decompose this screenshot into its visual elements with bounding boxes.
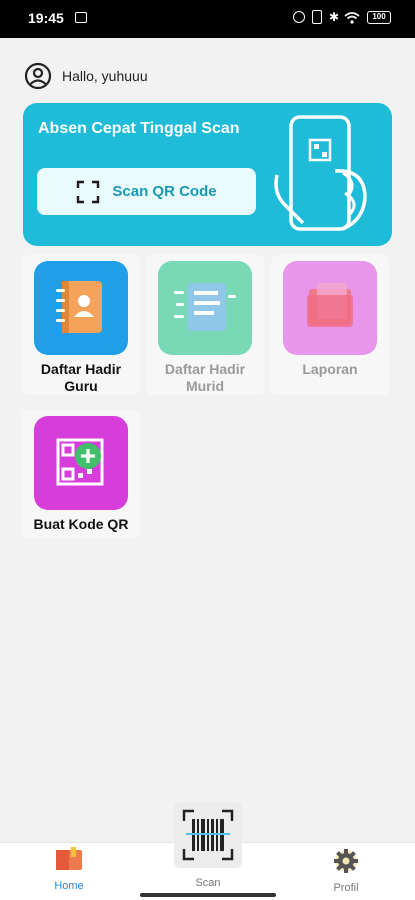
menu-label-line1: Laporan — [302, 361, 358, 377]
gear-icon — [334, 849, 358, 873]
scan-frame-icon — [77, 180, 100, 203]
greeting: Hallo, yuhuuu — [24, 62, 148, 90]
nav-home-label: Home — [54, 880, 84, 892]
menu-tile — [34, 261, 128, 355]
nav-home[interactable]: Home — [34, 847, 104, 892]
home-indicator — [140, 893, 276, 897]
menu-label-line2: Murid — [185, 378, 225, 394]
status-time: 19:45 — [28, 10, 64, 26]
battery-icon: 100 — [367, 10, 391, 24]
menu-buat-kode-qr[interactable]: Buat Kode QR — [22, 410, 140, 538]
greeting-text: Hallo, yuhuuu — [62, 68, 148, 84]
menu-daftar-hadir-murid[interactable]: Daftar Hadir Murid — [146, 255, 264, 395]
report-folder-icon — [307, 283, 353, 327]
barcode-icon — [182, 809, 234, 861]
document-list-icon — [174, 283, 236, 331]
menu-label-line1: Buat Kode QR — [33, 516, 129, 532]
notification-icon — [75, 12, 87, 23]
scan-qr-button-label: Scan QR Code — [112, 183, 217, 200]
qr-add-icon — [56, 438, 104, 486]
menu-label-line1: Daftar Hadir — [164, 361, 246, 377]
menu-label-line2: Guru — [64, 378, 98, 394]
nav-profil[interactable]: Profil — [311, 847, 381, 894]
wifi-icon — [344, 11, 360, 24]
book-icon — [56, 847, 82, 870]
status-bar: 19:45 ✱ 100 — [0, 0, 415, 38]
menu-label-line1: Daftar Hadir — [40, 361, 122, 377]
menu-label: Daftar Hadir Murid — [146, 361, 264, 395]
vibrate-icon — [312, 10, 322, 24]
menu-tile — [283, 261, 377, 355]
menu-tile — [158, 261, 252, 355]
phone-hand-illustration — [274, 115, 367, 231]
nav-scan[interactable]: Scan — [173, 875, 243, 889]
menu-label: Buat Kode QR — [22, 516, 140, 533]
menu-label: Laporan — [271, 361, 389, 378]
status-icons: ✱ 100 — [293, 10, 391, 24]
menu-daftar-hadir-guru[interactable]: Daftar Hadir Guru — [22, 255, 140, 395]
menu-laporan[interactable]: Laporan — [271, 255, 389, 395]
scan-barcode-button[interactable] — [174, 802, 242, 868]
alarm-icon — [293, 11, 305, 23]
nav-scan-label: Scan — [195, 877, 221, 889]
menu-tile — [34, 416, 128, 510]
scan-qr-button[interactable]: Scan QR Code — [37, 168, 256, 215]
contact-book-icon — [56, 281, 102, 333]
menu-label: Daftar Hadir Guru — [22, 361, 140, 395]
bluetooth-icon: ✱ — [329, 10, 340, 24]
banner-title: Absen Cepat Tinggal Scan — [38, 120, 240, 137]
user-icon[interactable] — [24, 62, 52, 90]
nav-profil-label: Profil — [333, 882, 359, 894]
scan-banner: Absen Cepat Tinggal Scan Scan QR Code — [23, 103, 392, 246]
